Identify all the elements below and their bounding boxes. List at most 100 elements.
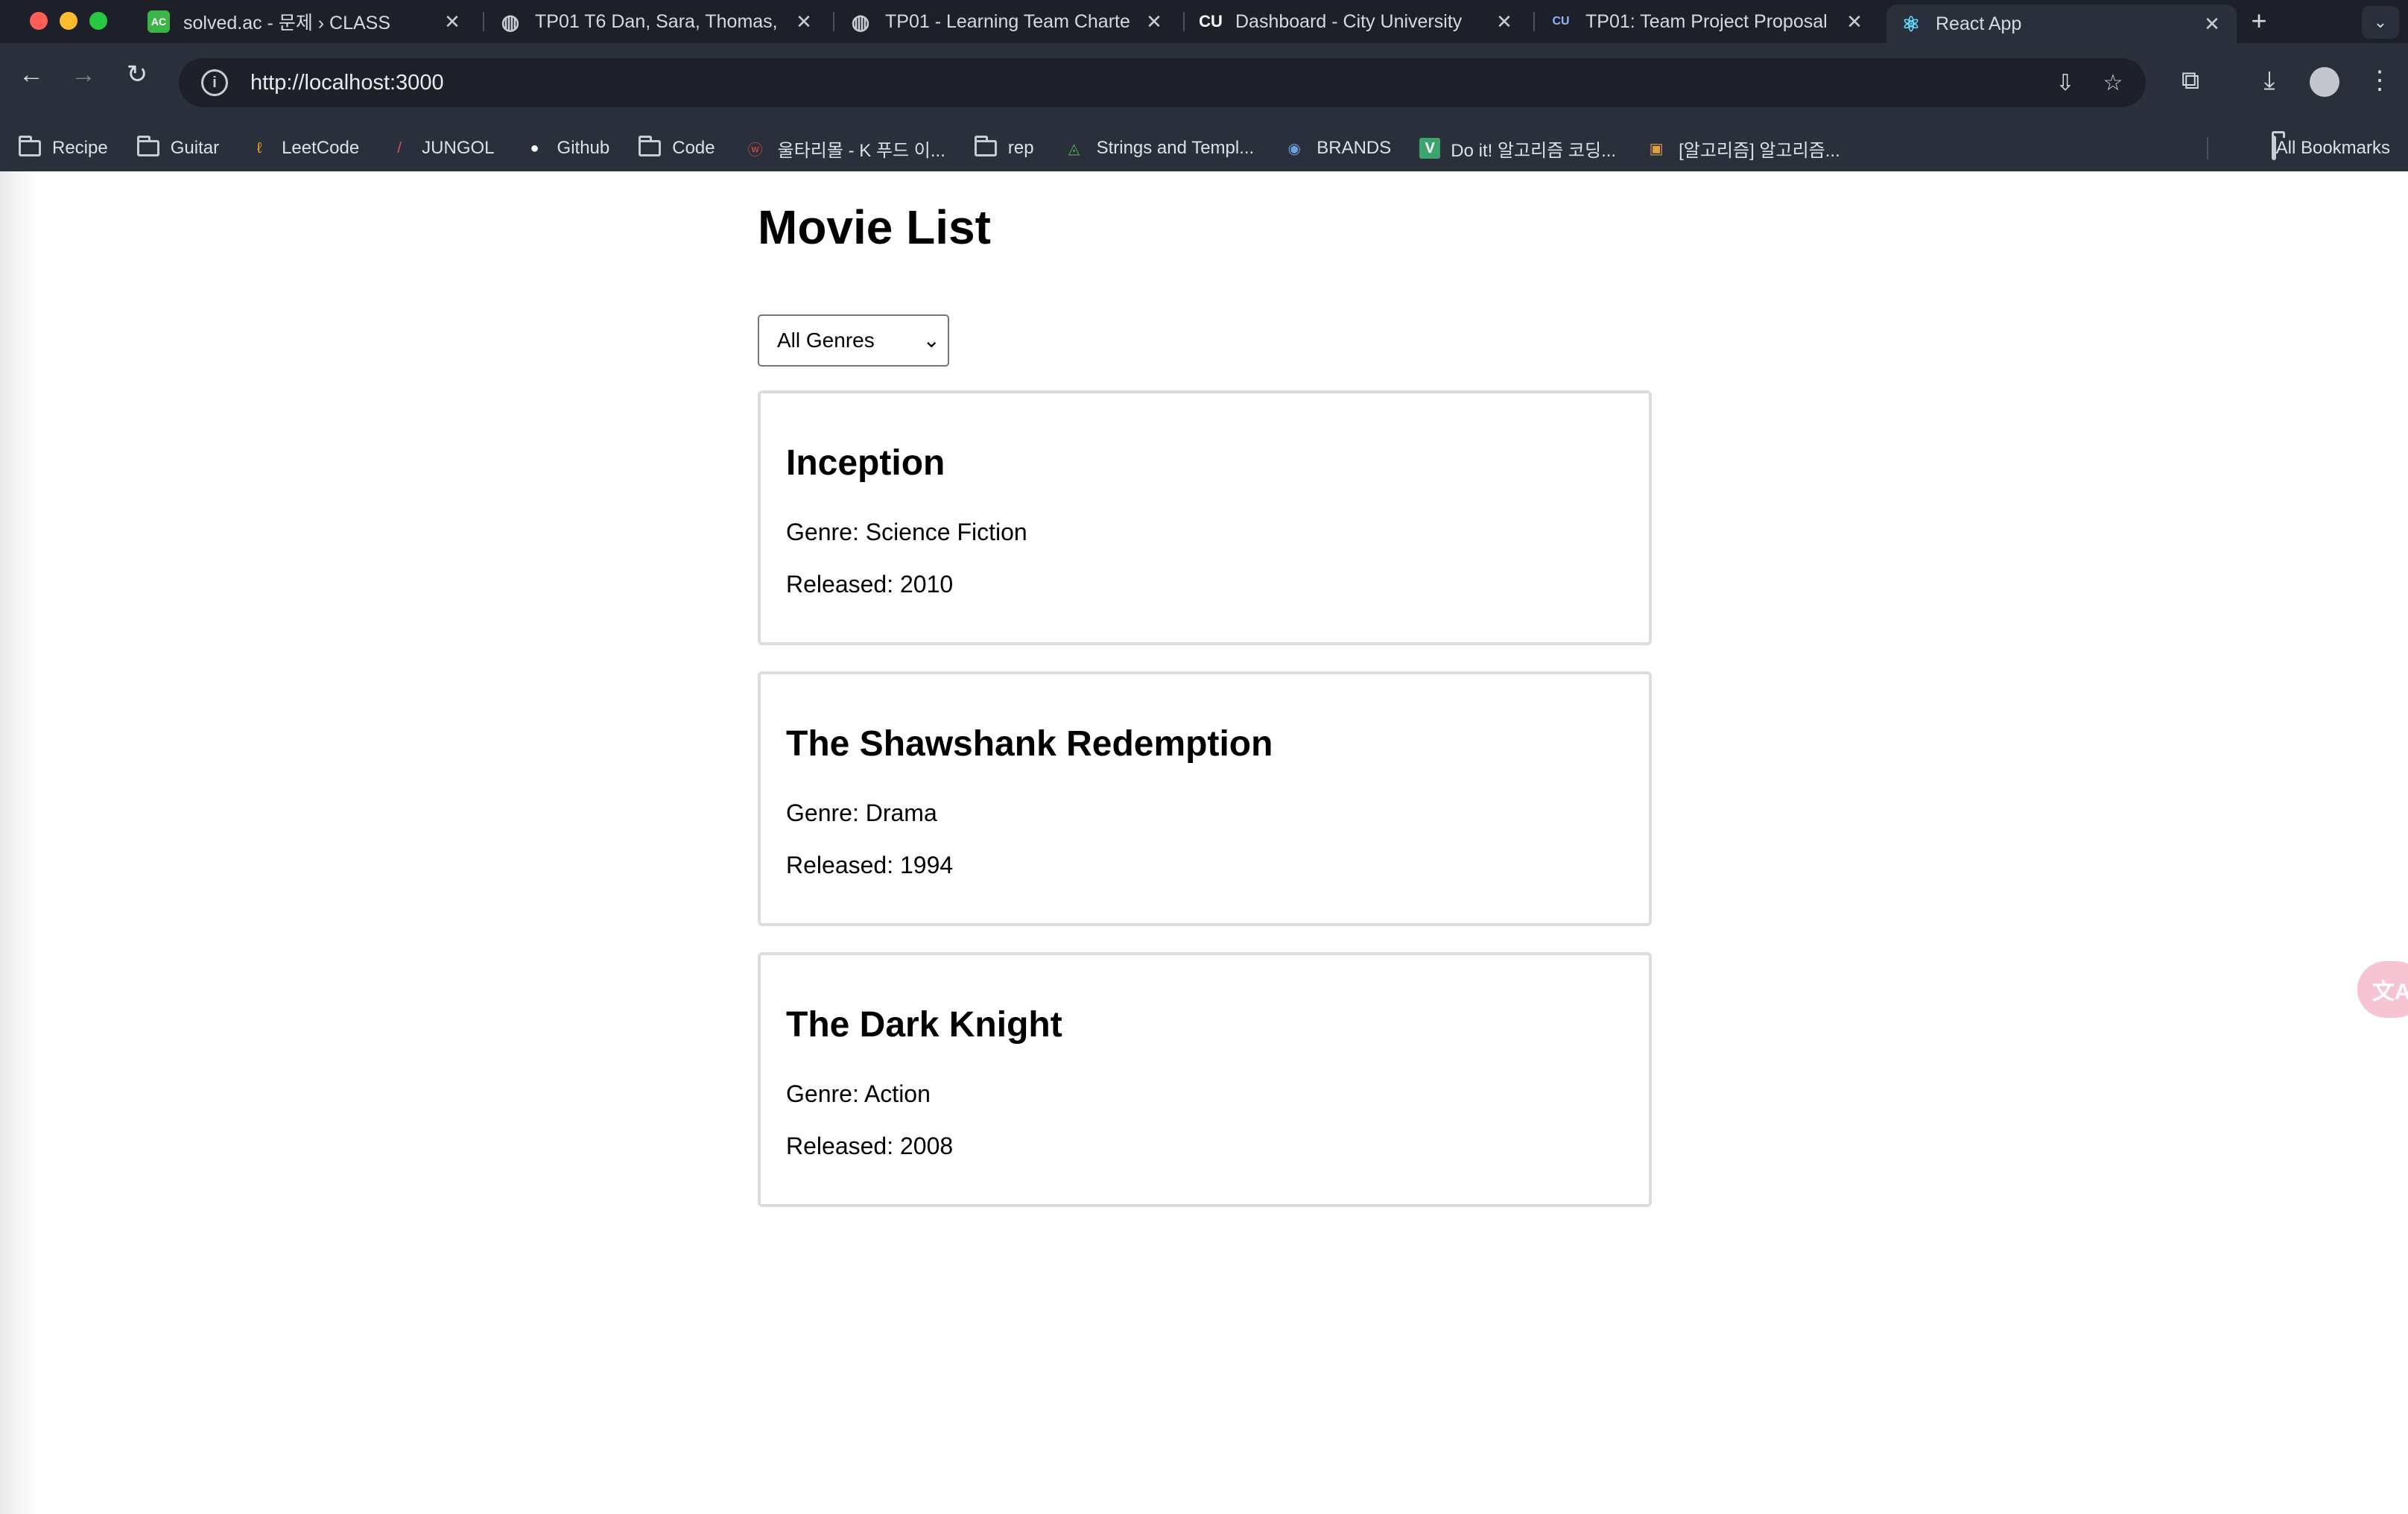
browser-tab[interactable]: ◍ TP01 - Learning Team Charte ✕: [836, 4, 1179, 39]
site-icon: ◬: [1068, 140, 1080, 157]
v-icon: V: [1419, 138, 1441, 159]
tab-divider: [1183, 12, 1185, 31]
globe-icon: ◍: [501, 10, 520, 34]
reload-icon[interactable]: ↻: [116, 54, 158, 95]
movie-release-year: Released: 2010: [786, 571, 954, 598]
bookmark-guitar[interactable]: Guitar: [136, 136, 220, 159]
folder-icon: [18, 136, 42, 159]
bookmarks-divider: [2207, 137, 2208, 159]
bookmark-shop[interactable]: ⓦ 울타리몰 - K 푸드 이...: [744, 136, 945, 162]
bookmark-code[interactable]: Code: [638, 136, 715, 159]
tab-title: TP01: Team Project Proposal: [1585, 10, 1828, 32]
bookmark-rep[interactable]: rep: [974, 136, 1034, 159]
maximize-window-button[interactable]: [89, 12, 107, 30]
movie-card: The Dark Knight Genre: Action Released: …: [758, 952, 1652, 1207]
movie-title: The Dark Knight: [786, 1005, 1062, 1045]
movie-title: Inception: [786, 443, 945, 483]
bookmark-label: Code: [672, 138, 715, 158]
folder-icon: [974, 136, 998, 159]
book-icon: ▣: [1649, 140, 1664, 157]
address-bar[interactable]: i http://localhost:3000 ⇩ ☆: [179, 58, 2146, 107]
movie-genre: Genre: Science Fiction: [786, 519, 1027, 545]
bookmark-label: Guitar: [170, 138, 220, 158]
bookmark-github[interactable]: ● Github: [523, 138, 610, 159]
address-url[interactable]: http://localhost:3000: [250, 71, 444, 95]
minimize-window-button[interactable]: [60, 12, 77, 30]
bookmark-label: LeetCode: [282, 138, 360, 158]
tab-title: TP01 T6 Dan, Sara, Thomas,: [535, 10, 778, 32]
tab-strip: AC solved.ac - 문제 › CLASS ✕ ◍ TP01 T6 Da…: [0, 0, 2408, 43]
site-info-icon[interactable]: i: [201, 69, 228, 96]
movie-release-year: Released: 1994: [786, 852, 954, 878]
bookmark-label: [알고리즘] 알고리즘...: [1679, 140, 1840, 161]
solvedac-favicon-icon: AC: [148, 10, 170, 33]
tab-title: solved.ac - 문제 › CLASS: [183, 13, 391, 34]
viewport-edge-shadow: [0, 171, 37, 1514]
browser-toolbar: ← → ↻ i http://localhost:3000 ⇩ ☆ ⧉ ⤓ ⋮: [0, 43, 2408, 125]
forward-arrow-icon[interactable]: →: [63, 54, 104, 95]
movie-genre: Genre: Action: [786, 1080, 931, 1107]
back-arrow-icon[interactable]: ←: [10, 54, 52, 95]
bookmark-leetcode[interactable]: ℓ LeetCode: [247, 138, 359, 159]
close-window-button[interactable]: [30, 12, 48, 30]
bookmark-label: 울타리몰 - K 푸드 이...: [777, 140, 945, 161]
movie-card: Inception Genre: Science Fiction Release…: [758, 390, 1652, 645]
genre-filter-value: All Genres: [777, 329, 875, 352]
page-title: Movie List: [758, 200, 991, 254]
page-viewport: Movie List All Genres ⌄ Inception Genre:…: [0, 171, 2408, 1514]
browser-tab[interactable]: ◍ TP01 T6 Dan, Sara, Thomas, ✕: [486, 4, 828, 39]
tab-search-button[interactable]: ⌄: [2362, 6, 2399, 39]
leetcode-icon: ℓ: [256, 139, 262, 156]
close-tab-icon[interactable]: ✕: [793, 10, 815, 34]
movie-release-year: Released: 2008: [786, 1133, 954, 1159]
bookmark-label: Strings and Templ...: [1096, 138, 1255, 158]
folder-icon: [638, 136, 662, 159]
bookmark-label: Github: [557, 138, 610, 158]
folder-icon: [2271, 136, 2276, 160]
close-tab-icon[interactable]: ✕: [1143, 10, 1165, 34]
bookmark-label: rep: [1007, 138, 1034, 158]
tab-divider: [483, 12, 484, 31]
browser-tab[interactable]: CU TP01: Team Project Proposal ✕: [1536, 4, 1879, 39]
close-tab-icon[interactable]: ✕: [2201, 13, 2223, 36]
all-bookmarks-button[interactable]: All Bookmarks: [2271, 125, 2390, 171]
github-icon: ●: [530, 139, 539, 156]
bookmark-star-icon[interactable]: ☆: [2097, 67, 2129, 100]
new-tab-button[interactable]: +: [2243, 6, 2275, 39]
bookmark-label: JUNGOL: [422, 138, 495, 158]
close-tab-icon[interactable]: ✕: [441, 10, 463, 34]
translate-icon[interactable]: 文A: [2357, 961, 2408, 1018]
bookmark-algorithm[interactable]: ▣ [알고리즘] 알고리즘...: [1644, 136, 1840, 162]
movie-genre: Genre: Drama: [786, 799, 937, 826]
brands-icon: ◉: [1287, 140, 1301, 157]
menu-kebab-icon[interactable]: ⋮: [2359, 60, 2401, 101]
bookmark-label: Recipe: [52, 138, 108, 158]
browser-tab[interactable]: CU Dashboard - City University ✕: [1186, 4, 1529, 39]
close-tab-icon[interactable]: ✕: [1843, 10, 1866, 34]
browser-tab-active[interactable]: ⚛ React App ✕: [1886, 4, 2237, 43]
close-tab-icon[interactable]: ✕: [1493, 10, 1515, 34]
movie-title: The Shawshank Redemption: [786, 724, 1273, 764]
jungol-icon: /: [397, 139, 402, 156]
bookmark-label: Do it! 알고리즘 코딩...: [1451, 140, 1617, 161]
tab-divider: [833, 12, 834, 31]
bookmark-recipe[interactable]: Recipe: [18, 136, 108, 159]
browser-tab[interactable]: AC solved.ac - 문제 › CLASS ✕: [134, 4, 477, 39]
chevron-down-icon: ⌄: [922, 329, 940, 352]
shop-icon: ⓦ: [747, 142, 763, 159]
genre-filter-select[interactable]: All Genres ⌄: [758, 314, 949, 367]
bookmark-strings[interactable]: ◬ Strings and Templ...: [1062, 138, 1255, 159]
extensions-icon[interactable]: ⧉: [2170, 60, 2211, 101]
bookmark-label: BRANDS: [1317, 138, 1392, 158]
download-icon[interactable]: ⤓: [2249, 60, 2290, 101]
tab-title: Dashboard - City University: [1235, 10, 1463, 32]
bookmark-jungol[interactable]: / JUNGOL: [387, 138, 494, 159]
bookmarks-bar: Recipe Guitar ℓ LeetCode / JUNGOL ● Gith…: [0, 125, 2408, 171]
tab-title: React App: [1936, 13, 2022, 34]
cu-favicon-icon: CU: [1552, 15, 1570, 28]
tab-title: TP01 - Learning Team Charte: [885, 10, 1130, 32]
install-app-icon[interactable]: ⇩: [2049, 67, 2082, 100]
profile-avatar[interactable]: [2310, 67, 2339, 97]
bookmark-doit[interactable]: V Do it! 알고리즘 코딩...: [1419, 136, 1616, 162]
bookmark-brands[interactable]: ◉ BRANDS: [1282, 138, 1392, 159]
